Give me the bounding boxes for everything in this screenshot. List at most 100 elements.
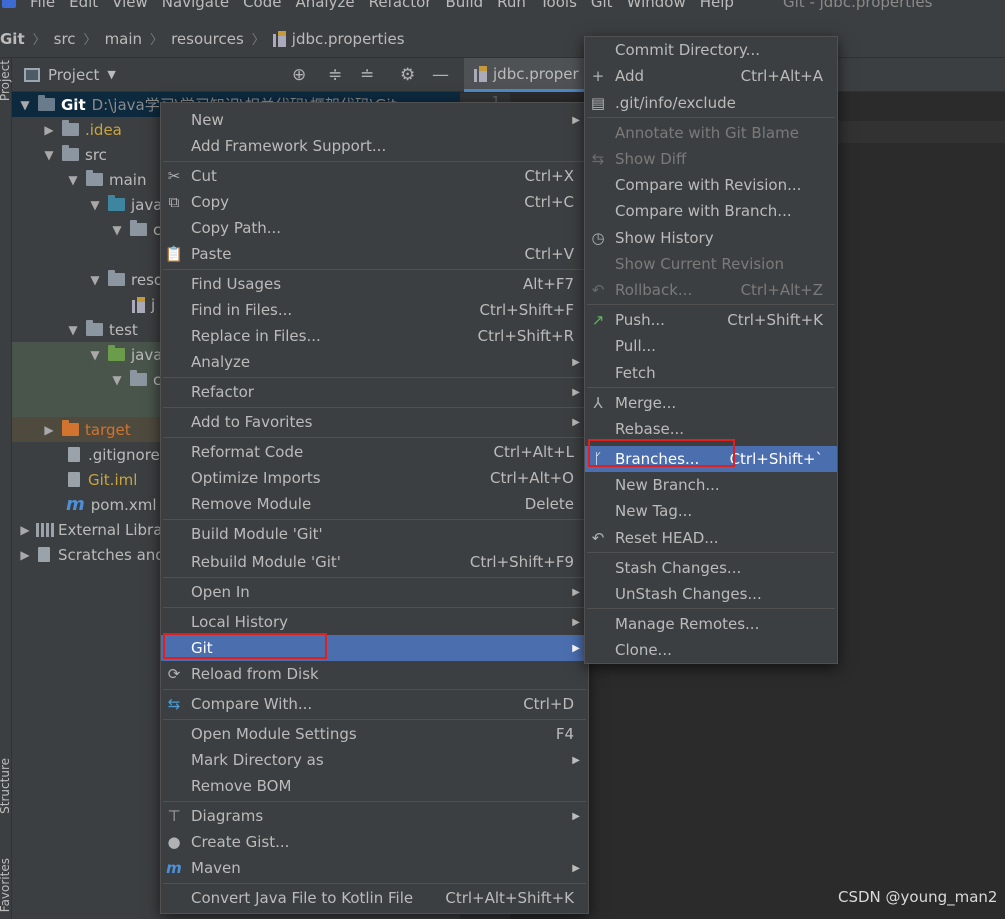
project-panel-title[interactable]: Project (48, 66, 99, 84)
menu-item-add[interactable]: + Add Ctrl+Alt+A (585, 63, 837, 89)
menu-item-local-history[interactable]: Local History ▶ (161, 609, 588, 635)
menu-git[interactable]: Git (591, 0, 613, 16)
menu-item-show-current-revision[interactable]: Show Current Revision (585, 251, 837, 277)
menu-item-stash-changes[interactable]: Stash Changes... (585, 555, 837, 581)
menu-item-cut[interactable]: ✂ Cut Ctrl+X (161, 163, 588, 189)
menu-tools[interactable]: Tools (540, 0, 577, 16)
menu-item-new-branch[interactable]: New Branch... (585, 472, 837, 498)
tree-item-label: .gitignore (88, 445, 160, 464)
menu-item-annotate-blame[interactable]: Annotate with Git Blame (585, 120, 837, 146)
breadcrumb-item-src[interactable]: src (54, 30, 76, 48)
menu-item-shortcut: Ctrl+Alt+Shift+K (445, 889, 574, 907)
menu-item-find-in-files[interactable]: Find in Files... Ctrl+Shift+F (161, 297, 588, 323)
chevron-right-icon[interactable]: ▶ (18, 523, 32, 537)
menu-item-show-diff[interactable]: ⇆ Show Diff (585, 146, 837, 172)
menu-analyze[interactable]: Analyze (295, 0, 354, 16)
chevron-right-icon[interactable]: ▶ (18, 548, 32, 562)
menu-code[interactable]: Code (243, 0, 281, 16)
menu-item-optimize-imports[interactable]: Optimize Imports Ctrl+Alt+O (161, 465, 588, 491)
menu-item-paste[interactable]: 📋 Paste Ctrl+V (161, 241, 588, 267)
project-context-menu: New ▶ Add Framework Support... ✂ Cut Ctrl+X… (160, 102, 589, 914)
menu-item-refactor[interactable]: Refactor ▶ (161, 379, 588, 405)
menu-file[interactable]: File (30, 0, 55, 16)
menu-item-mark-directory-as[interactable]: Mark Directory as ▶ (161, 747, 588, 773)
chevron-down-icon[interactable]: ▼ (18, 98, 32, 112)
project-tool-tab[interactable]: Project (0, 60, 12, 101)
menu-item-compare-with-revision[interactable]: Compare with Revision... (585, 172, 837, 198)
menu-run[interactable]: Run (497, 0, 526, 16)
menu-item-diagrams[interactable]: ⊤ Diagrams ▶ (161, 803, 588, 829)
excluded-folder-icon (62, 420, 79, 436)
chevron-down-icon[interactable]: ▼ (110, 223, 124, 237)
menu-help[interactable]: Help (700, 0, 734, 16)
menu-item-rollback[interactable]: ↶ Rollback... Ctrl+Alt+Z (585, 277, 837, 303)
chevron-down-icon[interactable]: ▼ (88, 198, 102, 212)
menu-item-clone[interactable]: Clone... (585, 637, 837, 663)
chevron-down-icon[interactable]: ▼ (42, 148, 56, 162)
menu-item-convert-to-kotlin[interactable]: Convert Java File to Kotlin File Ctrl+Alt… (161, 885, 588, 911)
menu-item-create-gist[interactable]: ● Create Gist... (161, 829, 588, 855)
menu-edit[interactable]: Edit (69, 0, 98, 16)
chevron-down-icon[interactable]: ▼ (110, 373, 124, 387)
favorites-tool-tab[interactable]: Favorites (0, 858, 12, 912)
menu-item-open-module-settings[interactable]: Open Module Settings F4 (161, 721, 588, 747)
menu-separator (587, 117, 835, 118)
menu-item-add-framework-support[interactable]: Add Framework Support... (161, 133, 588, 159)
menu-item-new[interactable]: New ▶ (161, 107, 588, 133)
menu-item-commit-directory[interactable]: Commit Directory... (585, 37, 837, 63)
menu-item-reload-from-disk[interactable]: ⟳ Reload from Disk (161, 661, 588, 687)
menu-item-compare-with[interactable]: ⇆ Compare With... Ctrl+D (161, 691, 588, 717)
gear-icon[interactable]: ⚙ (400, 65, 415, 85)
menu-navigate[interactable]: Navigate (162, 0, 229, 16)
chevron-down-icon[interactable]: ▼ (66, 173, 80, 187)
menu-item-git-exclude[interactable]: ▤ .git/info/exclude (585, 90, 837, 116)
menu-item-rebuild-module[interactable]: Rebuild Module 'Git' Ctrl+Shift+F9 (161, 549, 588, 575)
menu-item-pull[interactable]: Pull... (585, 333, 837, 359)
menu-build[interactable]: Build (446, 0, 484, 16)
menu-item-open-in[interactable]: Open In ▶ (161, 579, 588, 605)
menu-window[interactable]: Window (627, 0, 686, 16)
menu-item-fetch[interactable]: Fetch (585, 360, 837, 386)
menu-item-replace-in-files[interactable]: Replace in Files... Ctrl+Shift+R (161, 323, 588, 349)
menu-item-compare-with-branch[interactable]: Compare with Branch... (585, 198, 837, 224)
menu-item-remove-bom[interactable]: Remove BOM (161, 773, 588, 799)
menu-item-analyze[interactable]: Analyze ▶ (161, 349, 588, 375)
menu-item-label: .git/info/exclude (615, 94, 736, 112)
locate-icon[interactable]: ⊕ (292, 65, 306, 85)
breadcrumb-item-git[interactable]: Git (0, 30, 25, 48)
collapse-all-icon[interactable]: ≐ (360, 65, 374, 85)
chevron-down-icon[interactable]: ▼ (88, 273, 102, 287)
breadcrumb-item-main[interactable]: main (105, 30, 142, 48)
expand-all-icon[interactable]: ≑ (328, 65, 342, 85)
menu-view[interactable]: View (112, 0, 148, 16)
menu-item-copy[interactable]: ⧉ Copy Ctrl+C (161, 189, 588, 215)
chevron-down-icon[interactable]: ▼ (107, 68, 115, 81)
editor-tab-jdbc-properties[interactable]: jdbc.proper (464, 58, 588, 92)
chevron-right-icon[interactable]: ▶ (42, 423, 56, 437)
menu-item-remove-module[interactable]: Remove Module Delete (161, 491, 588, 517)
menu-item-build-module[interactable]: Build Module 'Git' (161, 521, 588, 547)
menu-item-add-to-favorites[interactable]: Add to Favorites ▶ (161, 409, 588, 435)
breadcrumb-item-file[interactable]: jdbc.properties (292, 30, 405, 48)
plus-icon: + (591, 67, 605, 85)
breadcrumb-item-resources[interactable]: resources (171, 30, 244, 48)
menu-item-merge[interactable]: ⅄ Merge... (585, 390, 837, 416)
menu-item-show-history[interactable]: ◷ Show History (585, 225, 837, 251)
chevron-right-icon[interactable]: ▶ (42, 123, 56, 137)
menu-item-label: Copy (191, 193, 230, 211)
menu-item-new-tag[interactable]: New Tag... (585, 498, 837, 524)
menu-item-unstash-changes[interactable]: UnStash Changes... (585, 581, 837, 607)
minimize-icon[interactable]: — (432, 65, 449, 85)
chevron-down-icon[interactable]: ▼ (88, 348, 102, 362)
menu-refactor[interactable]: Refactor (369, 0, 432, 16)
menu-item-find-usages[interactable]: Find Usages Alt+F7 (161, 271, 588, 297)
menu-item-push[interactable]: ↗ Push... Ctrl+Shift+K (585, 307, 837, 333)
menu-item-maven[interactable]: m Maven ▶ (161, 855, 588, 881)
menu-item-reformat-code[interactable]: Reformat Code Ctrl+Alt+L (161, 439, 588, 465)
chevron-down-icon[interactable]: ▼ (66, 323, 80, 337)
structure-tool-tab[interactable]: Structure (0, 758, 12, 814)
menu-item-manage-remotes[interactable]: Manage Remotes... (585, 611, 837, 637)
menu-item-label: Rollback... (615, 281, 693, 299)
menu-item-copy-path[interactable]: Copy Path... (161, 215, 588, 241)
menu-item-reset-head[interactable]: ↶ Reset HEAD... (585, 525, 837, 551)
